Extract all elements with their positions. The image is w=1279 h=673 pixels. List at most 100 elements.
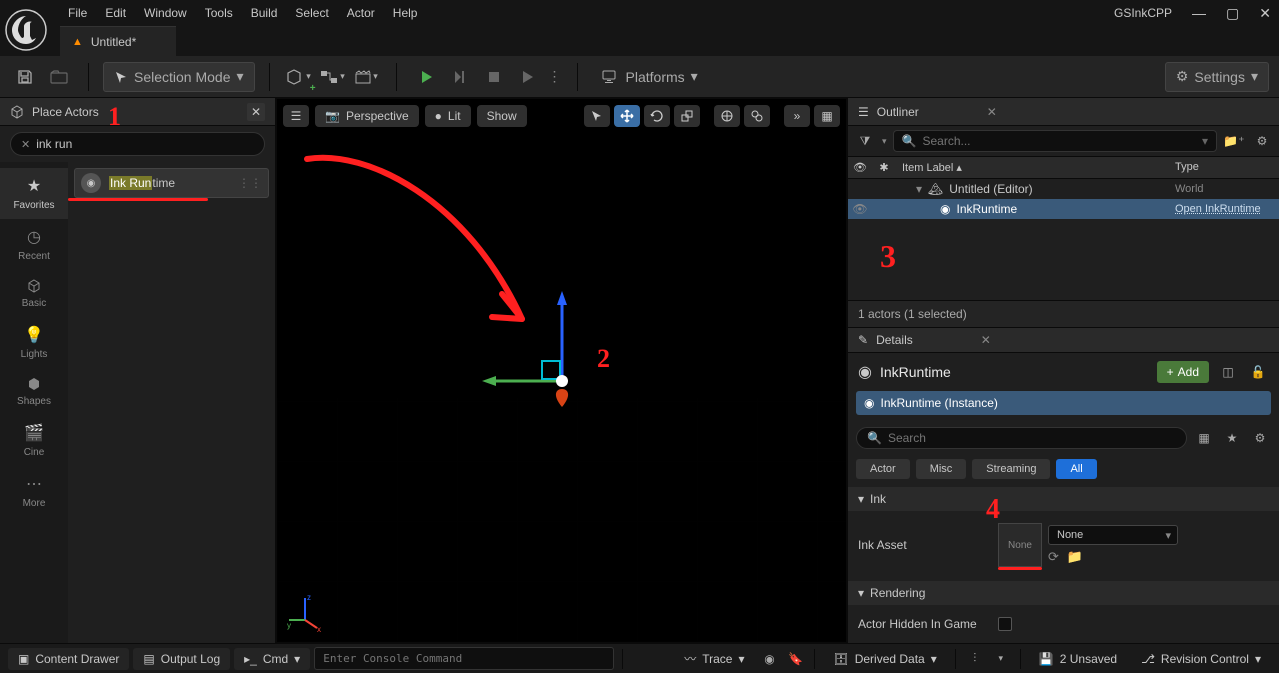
transform-gizmo[interactable] (472, 281, 652, 461)
menu-tools[interactable]: Tools (205, 6, 233, 20)
derived-data-dropdown[interactable]: 🗄 Derived Data ▾ (823, 648, 946, 670)
new-folder-button[interactable]: 📁⁺ (1223, 130, 1245, 152)
eject-button[interactable] (513, 62, 543, 92)
use-selected-icon[interactable]: ⟳ (1048, 549, 1059, 565)
unsaved-button[interactable]: 💾 2 Unsaved (1029, 648, 1127, 670)
content-drawer-button[interactable]: ▣ Content Drawer (8, 648, 129, 670)
visibility-col-icon[interactable]: 👁 (848, 157, 872, 178)
category-basic[interactable]: Basic (0, 270, 68, 317)
minimize-button[interactable]: — (1192, 5, 1206, 22)
stop-button[interactable] (479, 62, 509, 92)
add-content-button[interactable]: + ▾ (284, 62, 314, 92)
menu-build[interactable]: Build (251, 6, 278, 20)
settings-dropdown[interactable]: ⚙ Settings ▾ (1165, 62, 1269, 92)
section-ink-header[interactable]: ▾ Ink (848, 487, 1279, 511)
actor-result-inkruntime[interactable]: ◉ Ink Runtime ⋮⋮ (74, 168, 269, 198)
rotate-tool-button[interactable] (644, 105, 670, 127)
filter-actor[interactable]: Actor (856, 459, 910, 479)
play-button[interactable] (411, 62, 441, 92)
category-cine[interactable]: 🎬Cine (0, 415, 68, 466)
outliner-search[interactable]: 🔍 ▾ (893, 130, 1217, 152)
filter-misc[interactable]: Misc (916, 459, 967, 479)
snap-grid-button[interactable] (714, 105, 740, 127)
cmd-dropdown[interactable]: ▸_ Cmd ▾ (234, 648, 310, 670)
menu-file[interactable]: File (68, 6, 87, 20)
live-coding-chevron[interactable]: ▾ (990, 648, 1012, 670)
details-tab[interactable]: ✎ Details ✕ (848, 328, 1279, 353)
browse-button[interactable] (44, 62, 74, 92)
asset-dropdown[interactable]: None (1048, 525, 1178, 545)
clear-search-icon[interactable]: ✕ (21, 138, 30, 151)
filter-button[interactable]: ⧩ (854, 130, 876, 152)
filter-streaming[interactable]: Streaming (972, 459, 1050, 479)
cinematics-button[interactable]: ▾ (352, 62, 382, 92)
viewport-maximize-button[interactable]: ▦ (814, 105, 840, 127)
favorite-button[interactable]: ★ (1221, 427, 1243, 449)
blueprint-button[interactable]: ▾ (318, 62, 348, 92)
category-more[interactable]: ⋯More (0, 466, 68, 517)
add-component-button[interactable]: + Add (1157, 361, 1209, 383)
scale-tool-button[interactable] (674, 105, 700, 127)
menu-help[interactable]: Help (393, 6, 418, 20)
viewport-show-dropdown[interactable]: Show (477, 105, 527, 127)
menu-edit[interactable]: Edit (105, 6, 126, 20)
item-label-col[interactable]: Item Label ▴ (896, 157, 1169, 178)
category-recent[interactable]: ◷Recent (0, 219, 68, 270)
viewport-menu-button[interactable]: ☰ (283, 105, 309, 127)
viewport[interactable]: ☰ 📷 Perspective ● Lit Show » (276, 98, 847, 643)
asset-thumbnail[interactable]: None (998, 523, 1042, 567)
live-coding-button[interactable]: ⫶ (964, 648, 986, 670)
outliner-row-inkruntime[interactable]: 👁 ◉InkRuntime Open InkRuntime (848, 199, 1279, 219)
outliner-row-world[interactable]: ▾🏔Untitled (Editor) World (848, 179, 1279, 199)
section-rendering-header[interactable]: ▾ Rendering (848, 581, 1279, 605)
pin-col-icon[interactable]: ✱ (872, 157, 896, 178)
viewport-overflow-button[interactable]: » (784, 105, 810, 127)
console-command-input[interactable] (314, 647, 614, 670)
close-button[interactable]: ✕ (1259, 5, 1271, 22)
component-row[interactable]: ◉ InkRuntime (Instance) (856, 391, 1271, 415)
blueprint-edit-button[interactable]: ◫ (1217, 361, 1239, 383)
close-tab-button[interactable]: ✕ (247, 103, 265, 121)
select-tool-button[interactable] (584, 105, 610, 127)
category-lights[interactable]: 💡Lights (0, 317, 68, 368)
details-search-input[interactable] (888, 431, 1176, 445)
revision-control-dropdown[interactable]: ⎇ Revision Control ▾ (1131, 648, 1271, 670)
menu-select[interactable]: Select (295, 6, 328, 20)
actor-hidden-checkbox[interactable] (998, 617, 1012, 631)
output-log-button[interactable]: ▤ Output Log (133, 648, 230, 670)
trace-dropdown[interactable]: 〰 Trace ▾ (674, 646, 754, 671)
unreal-logo-icon[interactable] (4, 8, 48, 52)
category-shapes[interactable]: Shapes (0, 368, 68, 415)
menu-actor[interactable]: Actor (347, 6, 375, 20)
menu-window[interactable]: Window (144, 6, 187, 20)
outliner-search-input[interactable] (922, 134, 1195, 148)
snap-angle-button[interactable] (744, 105, 770, 127)
trace-bookmark-button[interactable]: 🔖 (784, 648, 806, 670)
maximize-button[interactable]: ▢ (1226, 5, 1239, 22)
grid-view-button[interactable]: ▦ (1193, 427, 1215, 449)
translate-tool-button[interactable] (614, 105, 640, 127)
save-button[interactable] (10, 62, 40, 92)
place-actors-search[interactable]: ✕ (10, 132, 265, 156)
close-tab-button[interactable]: ✕ (981, 333, 991, 347)
expand-icon[interactable]: ▾ (916, 182, 922, 196)
type-col[interactable]: Type (1169, 157, 1279, 178)
category-favorites[interactable]: ★Favorites (0, 168, 68, 219)
platforms-dropdown[interactable]: Platforms ▾ (592, 62, 708, 92)
place-actors-search-input[interactable] (36, 137, 254, 151)
selection-mode-dropdown[interactable]: Selection Mode ▾ (103, 62, 255, 92)
place-actors-tab[interactable]: Place Actors ✕ 1 (0, 98, 275, 126)
details-settings-button[interactable]: ⚙ (1249, 427, 1271, 449)
trace-record-button[interactable]: ◉ (758, 648, 780, 670)
outliner-settings-button[interactable]: ⚙ (1251, 130, 1273, 152)
browse-asset-icon[interactable]: 📁 (1067, 549, 1083, 565)
lock-button[interactable]: 🔓 (1247, 361, 1269, 383)
viewport-lit-dropdown[interactable]: ● Lit (425, 105, 471, 127)
filter-all[interactable]: All (1056, 459, 1096, 479)
skip-button[interactable] (445, 62, 475, 92)
close-tab-button[interactable]: ✕ (987, 105, 997, 119)
visibility-toggle[interactable]: 👁 (848, 202, 872, 216)
play-options-button[interactable]: ⋮ (547, 62, 563, 92)
viewport-perspective-dropdown[interactable]: 📷 Perspective (315, 105, 419, 127)
outliner-tab[interactable]: ☰ Outliner ✕ (848, 98, 1279, 126)
